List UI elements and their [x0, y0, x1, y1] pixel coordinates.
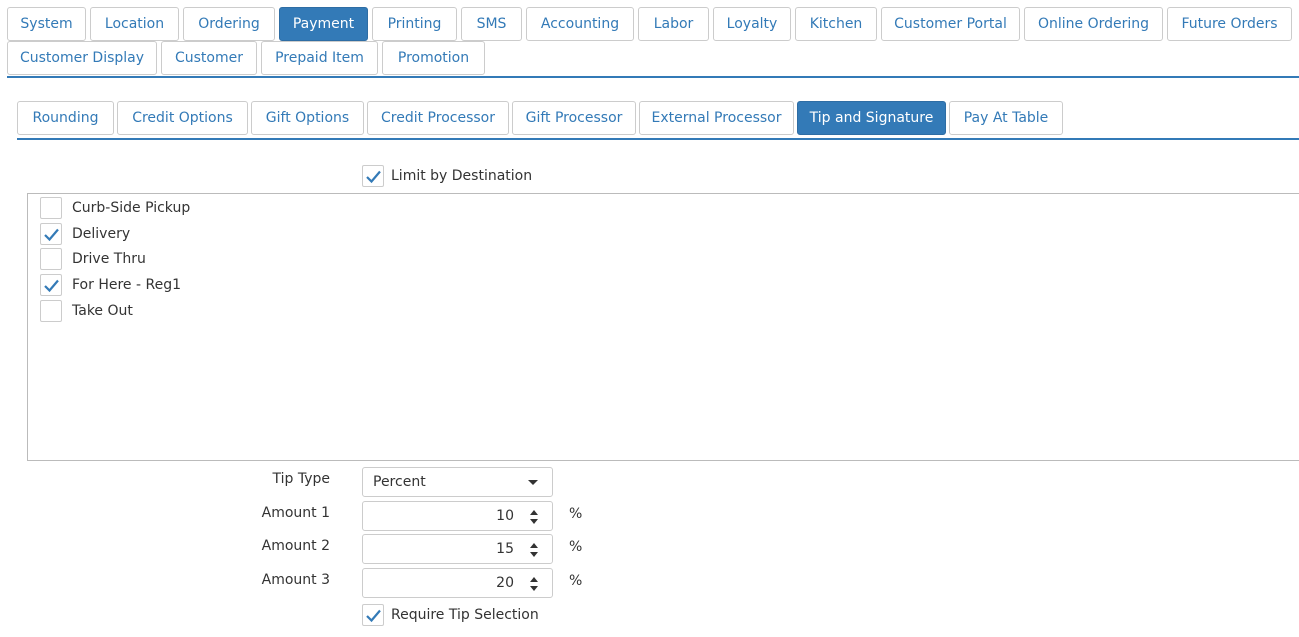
destination-label: Delivery: [72, 226, 131, 242]
top-tabs-divider: [7, 76, 1299, 78]
destination-checkbox-curb-side-pickup[interactable]: [40, 197, 62, 219]
limit-by-destination-label: Limit by Destination: [391, 168, 533, 184]
amount-2-value: 15: [496, 541, 514, 557]
tab-future-orders[interactable]: Future Orders: [1167, 7, 1292, 41]
subtab-credit-options[interactable]: Credit Options: [117, 101, 248, 135]
require-tip-selection-label: Require Tip Selection: [391, 607, 539, 623]
tip-type-value: Percent: [373, 474, 426, 490]
tab-loyalty[interactable]: Loyalty: [713, 7, 791, 41]
tab-kitchen[interactable]: Kitchen: [795, 7, 877, 41]
amount-3-value: 20: [496, 575, 514, 591]
tab-location[interactable]: Location: [90, 7, 179, 41]
subtab-pay-at-table[interactable]: Pay At Table: [949, 101, 1063, 135]
check-icon: [366, 609, 381, 623]
tab-system[interactable]: System: [7, 7, 86, 41]
spinner-down-icon[interactable]: [530, 552, 538, 557]
destination-label: Curb-Side Pickup: [72, 200, 191, 216]
tip-type-label: Tip Type: [272, 471, 330, 487]
destination-label: Drive Thru: [72, 251, 146, 267]
subtab-gift-options[interactable]: Gift Options: [251, 101, 364, 135]
subtab-external-processor[interactable]: External Processor: [639, 101, 794, 135]
tip-type-select[interactable]: Percent: [362, 467, 553, 497]
spinner-down-icon[interactable]: [530, 586, 538, 591]
amount-2-label: Amount 2: [261, 538, 330, 554]
check-icon: [366, 170, 381, 184]
sub-tabs-divider: [17, 138, 1299, 140]
amount-3-unit: %: [569, 573, 583, 589]
caret-down-icon: [528, 480, 538, 485]
tab-promotion[interactable]: Promotion: [382, 41, 485, 75]
amount-1-input[interactable]: 10: [362, 501, 553, 531]
amount-1-label: Amount 1: [261, 505, 330, 521]
tab-accounting[interactable]: Accounting: [526, 7, 634, 41]
amount-1-unit: %: [569, 506, 583, 522]
tab-printing[interactable]: Printing: [372, 7, 457, 41]
require-tip-selection-checkbox[interactable]: [362, 604, 384, 626]
tab-prepaid-item[interactable]: Prepaid Item: [261, 41, 378, 75]
limit-by-destination-checkbox[interactable]: [362, 165, 384, 187]
subtab-rounding[interactable]: Rounding: [17, 101, 114, 135]
amount-3-input[interactable]: 20: [362, 568, 553, 598]
spinner-up-icon[interactable]: [530, 577, 538, 582]
destination-list: [27, 193, 1299, 461]
tab-ordering[interactable]: Ordering: [183, 7, 275, 41]
destination-checkbox-delivery[interactable]: [40, 223, 62, 245]
check-icon: [44, 279, 59, 293]
amount-3-label: Amount 3: [261, 572, 330, 588]
tab-customer[interactable]: Customer: [161, 41, 257, 75]
amount-1-value: 10: [496, 508, 514, 524]
subtab-tip-and-signature[interactable]: Tip and Signature: [797, 101, 946, 135]
tab-payment[interactable]: Payment: [279, 7, 368, 41]
tab-sms[interactable]: SMS: [461, 7, 522, 41]
destination-checkbox-drive-thru[interactable]: [40, 248, 62, 270]
amount-2-input[interactable]: 15: [362, 534, 553, 564]
check-icon: [44, 228, 59, 242]
tab-labor[interactable]: Labor: [638, 7, 709, 41]
tab-customer-display[interactable]: Customer Display: [7, 41, 157, 75]
subtab-credit-processor[interactable]: Credit Processor: [367, 101, 509, 135]
spinner-down-icon[interactable]: [530, 519, 538, 524]
destination-checkbox-take-out[interactable]: [40, 300, 62, 322]
destination-label: Take Out: [72, 303, 133, 319]
tab-customer-portal[interactable]: Customer Portal: [881, 7, 1020, 41]
destination-label: For Here - Reg1: [72, 277, 181, 293]
amount-2-unit: %: [569, 539, 583, 555]
subtab-gift-processor[interactable]: Gift Processor: [512, 101, 636, 135]
tab-online-ordering[interactable]: Online Ordering: [1024, 7, 1163, 41]
spinner-up-icon[interactable]: [530, 510, 538, 515]
spinner-up-icon[interactable]: [530, 543, 538, 548]
destination-checkbox-for-here-reg1[interactable]: [40, 274, 62, 296]
